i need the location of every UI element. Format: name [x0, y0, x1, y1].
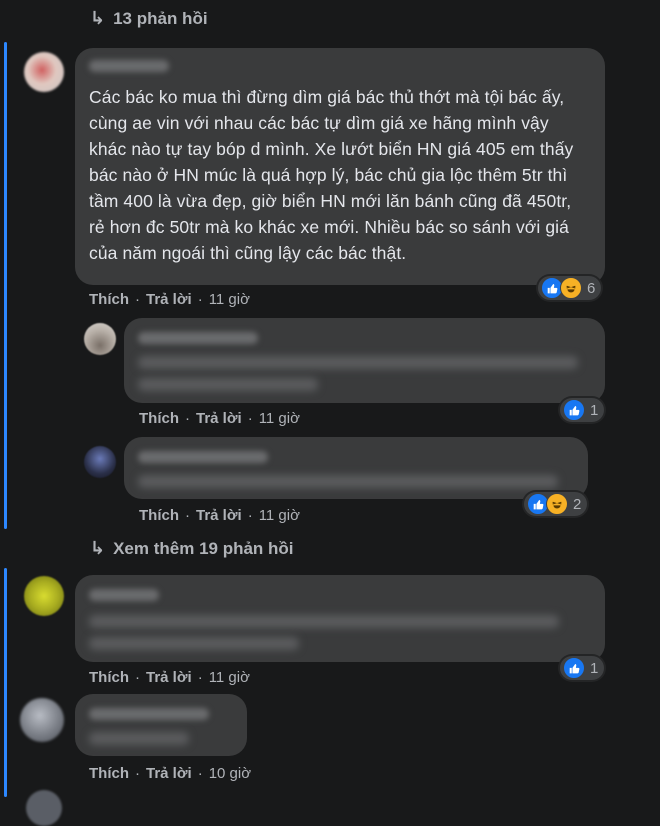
comment-bubble: [124, 437, 588, 499]
reaction-count: 1: [590, 659, 599, 677]
comment-text: [138, 475, 558, 488]
view-more-replies-toggle[interactable]: ↳ Xem thêm 19 phản hồi: [90, 538, 294, 559]
view-replies-label: 13 phản hồi: [113, 8, 208, 28]
comment-text: [89, 732, 189, 745]
avatar[interactable]: [20, 698, 64, 742]
timestamp[interactable]: 11 giờ: [209, 669, 250, 686]
reply-link[interactable]: Trả lời: [196, 507, 242, 524]
comment-bubble: [124, 318, 605, 403]
reply-link[interactable]: Trả lời: [196, 410, 242, 427]
comment-actions: Thích · Trả lời · 10 giờ: [89, 765, 252, 782]
timestamp[interactable]: 11 giờ: [209, 291, 250, 308]
reaction-count: 6: [587, 279, 596, 297]
reply-link[interactable]: Trả lời: [146, 291, 192, 308]
like-link[interactable]: Thích: [139, 410, 179, 427]
comment-text: [138, 356, 578, 369]
like-reaction-icon: [563, 657, 585, 679]
avatar[interactable]: [26, 790, 62, 826]
comment-actions: Thích · Trả lời · 11 giờ: [89, 669, 250, 686]
comment-actions: Thích · Trả lời · 11 giờ: [139, 507, 300, 524]
author-name[interactable]: [89, 708, 209, 720]
timestamp[interactable]: 11 giờ: [259, 507, 300, 524]
avatar[interactable]: [84, 446, 116, 478]
reaction-summary[interactable]: 1: [560, 398, 605, 422]
haha-reaction-icon: [560, 277, 582, 299]
comment-actions: Thích · Trả lời · 11 giờ: [139, 410, 300, 427]
reaction-summary[interactable]: 2: [524, 492, 588, 516]
view-replies-toggle[interactable]: ↳ 13 phản hồi: [90, 8, 208, 29]
comment-bubble: Các bác ko mua thì đừng dìm giá bác thủ …: [75, 48, 605, 285]
reaction-count: 2: [573, 495, 582, 513]
reply-link[interactable]: Trả lời: [146, 765, 192, 782]
like-reaction-icon: [563, 399, 585, 421]
thread-line: [4, 42, 7, 529]
like-link[interactable]: Thích: [89, 291, 129, 308]
reply-arrow-icon: ↳: [90, 8, 106, 28]
comment-text: Các bác ko mua thì đừng dìm giá bác thủ …: [89, 87, 574, 263]
like-link[interactable]: Thích: [89, 669, 129, 686]
reaction-summary[interactable]: 1: [560, 656, 605, 680]
like-link[interactable]: Thích: [89, 765, 129, 782]
avatar[interactable]: [24, 576, 64, 616]
like-link[interactable]: Thích: [139, 507, 179, 524]
timestamp[interactable]: 10 giờ: [209, 765, 251, 782]
reply-link[interactable]: Trả lời: [146, 669, 192, 686]
comment-text: [138, 378, 318, 391]
reply-arrow-icon: ↳: [90, 538, 106, 558]
haha-reaction-icon: [546, 493, 568, 515]
author-name[interactable]: [89, 60, 169, 72]
thread-line: [4, 568, 7, 797]
avatar[interactable]: [84, 323, 116, 355]
reaction-count: 1: [590, 401, 599, 419]
comment-bubble: [75, 694, 247, 756]
comment-text: [89, 637, 299, 650]
comment-text: [89, 615, 559, 628]
author-name[interactable]: [138, 332, 258, 344]
reaction-summary[interactable]: 6: [538, 276, 602, 300]
view-more-replies-label: Xem thêm 19 phản hồi: [113, 538, 294, 558]
comment-actions: Thích · Trả lời · 11 giờ: [89, 291, 250, 308]
comment-bubble: [75, 575, 605, 662]
avatar[interactable]: [24, 52, 64, 92]
author-name[interactable]: [138, 451, 268, 463]
timestamp[interactable]: 11 giờ: [259, 410, 300, 427]
author-name[interactable]: [89, 589, 159, 601]
